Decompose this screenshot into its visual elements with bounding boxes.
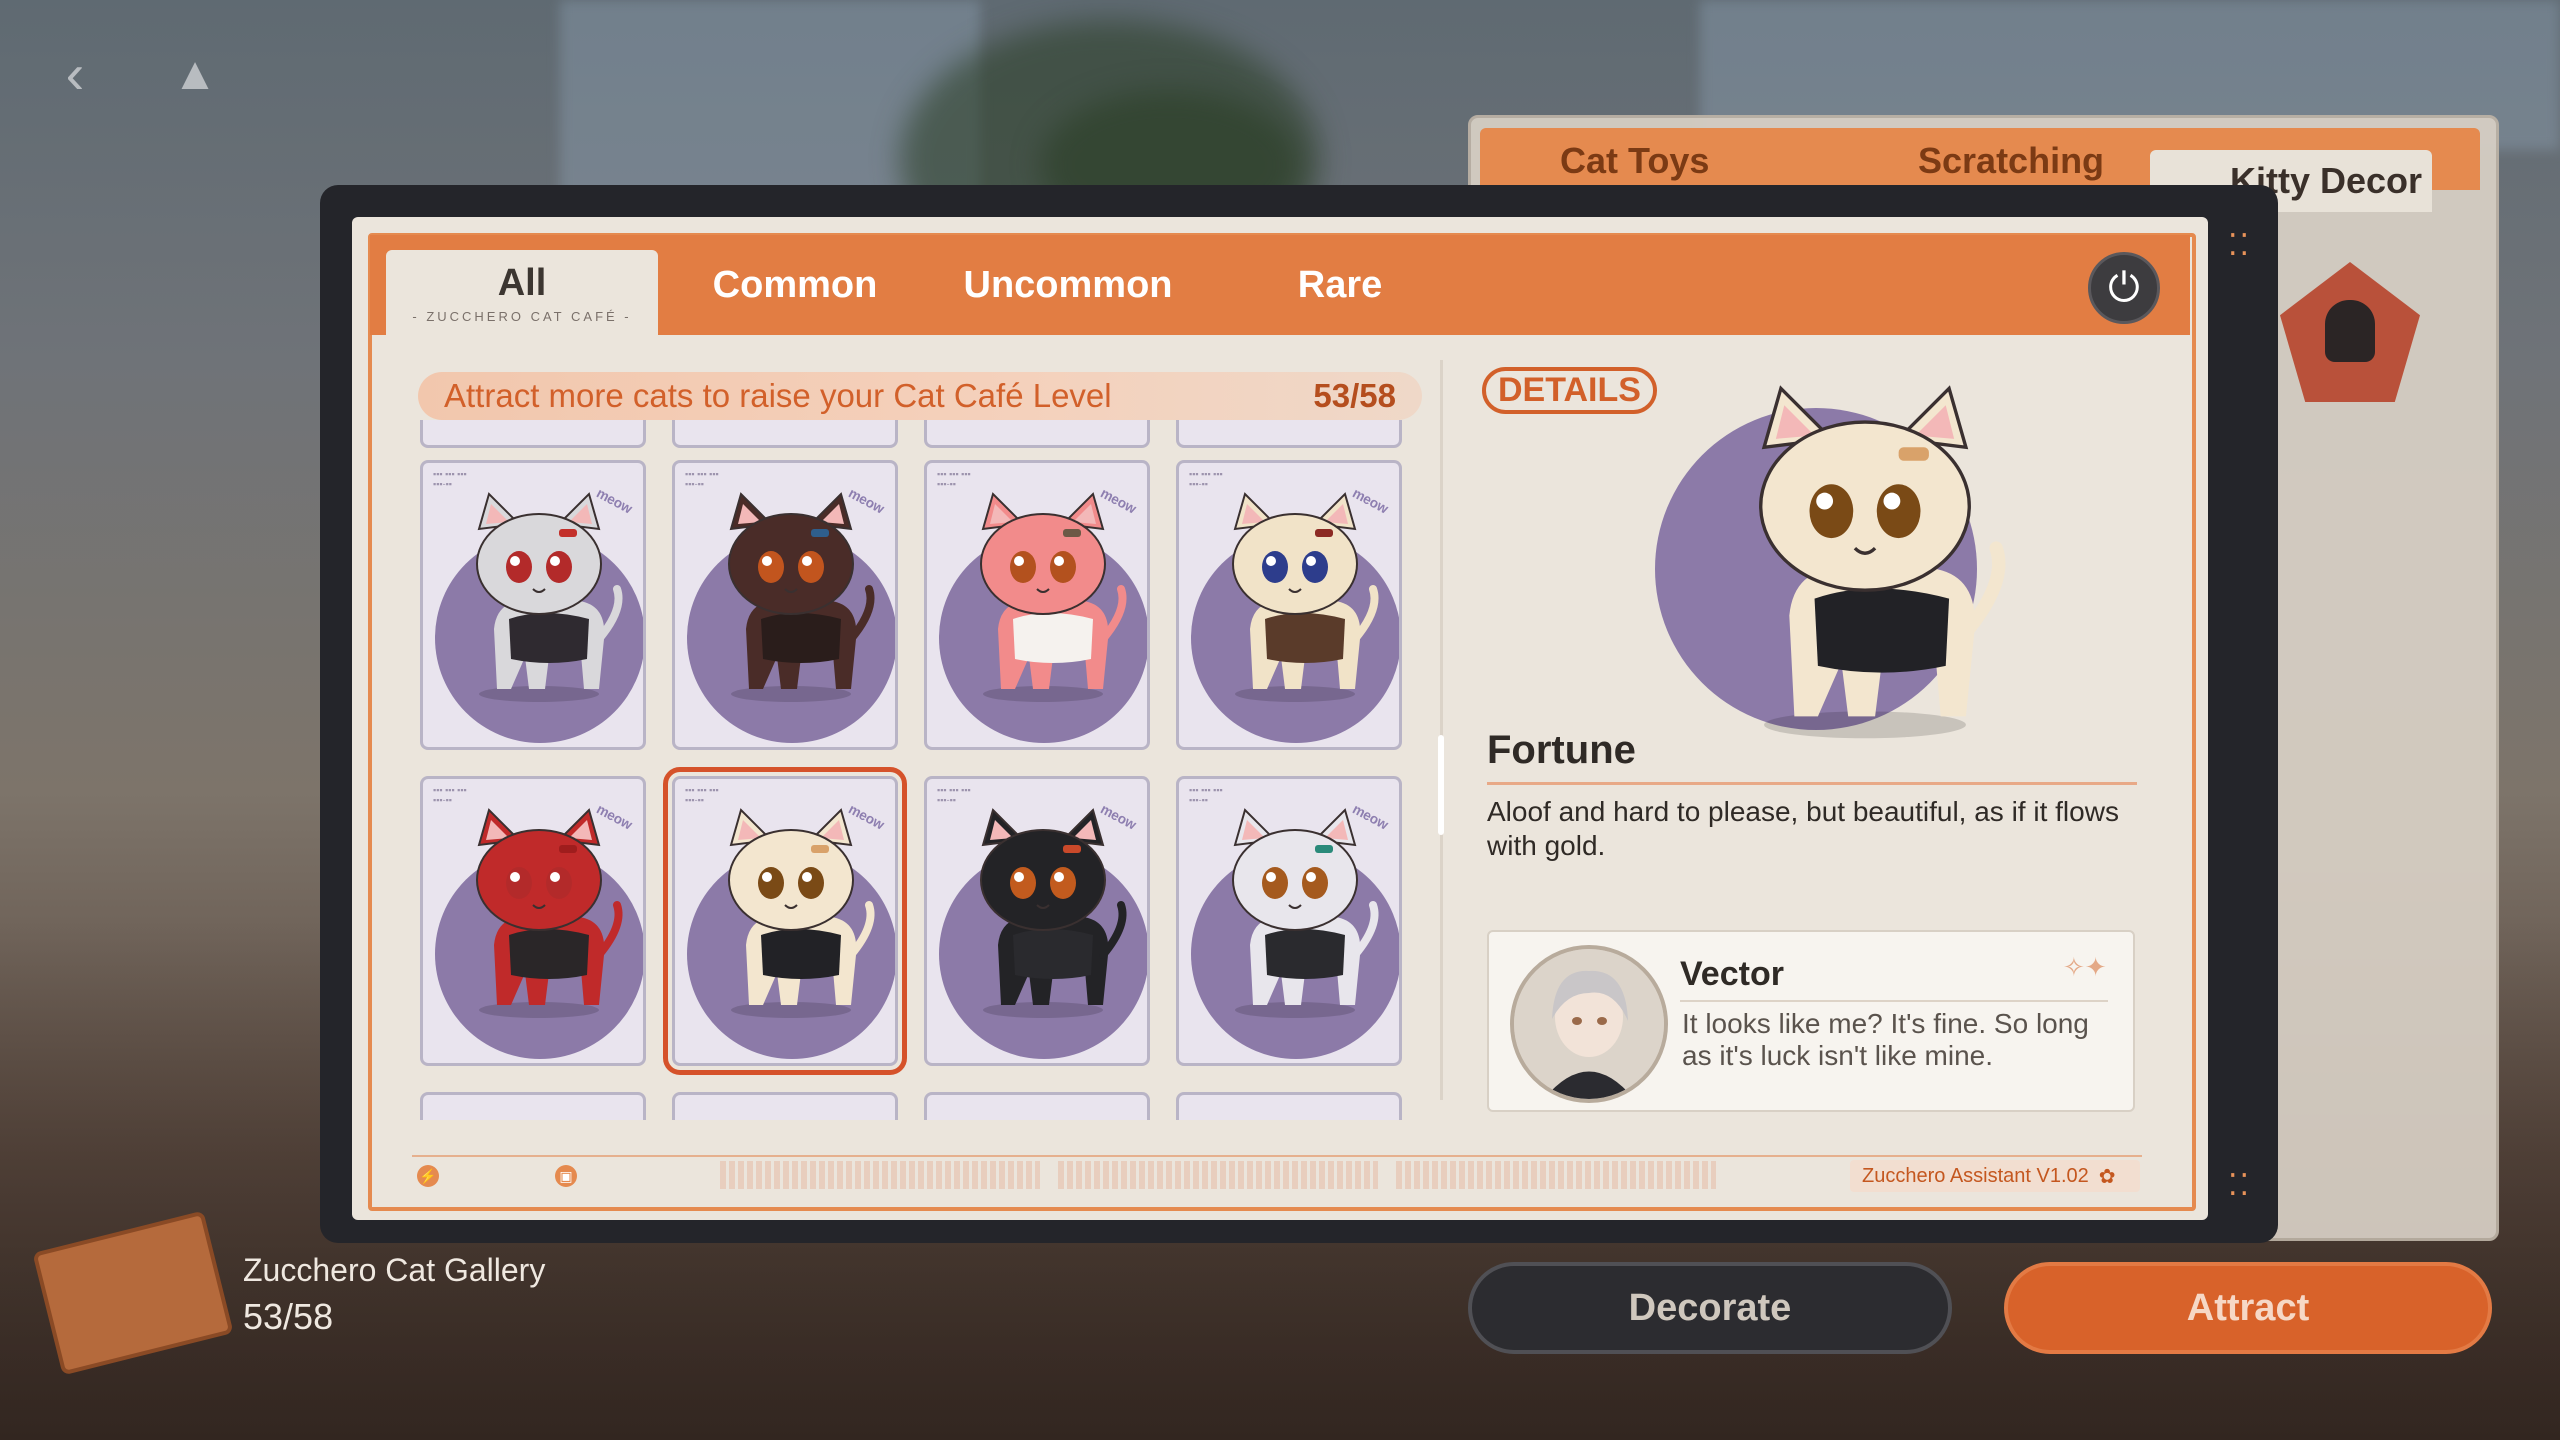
cat-card-partial[interactable] [672,1092,898,1120]
quote-text: It looks like me? It's fine. So long as … [1682,1008,2089,1071]
detail-cat-portrait [1650,380,2080,755]
cat-portrait [953,489,1133,714]
cat-portrait [701,805,881,1030]
cat-grid[interactable]: ▪▪▪ ▪▪▪ ▪▪▪ ▪▪▪-▪▪ ᵐᵉᵒʷ ▪▪▪ ▪▪▪ ▪▪▪ ▪▪▪-▪▪… [412,420,1424,1120]
cat-card-partial[interactable] [672,420,898,448]
cat-card-fortune-cat[interactable]: ▪▪▪ ▪▪▪ ▪▪▪ ▪▪▪-▪▪ ᵐᵉᵒʷ [663,767,907,1075]
sparkle-icon: ✧✦ [2063,952,2107,982]
tab-scratching[interactable]: Scratching [1918,140,2104,182]
quote-speaker: Vector [1680,955,1784,993]
power-icon[interactable]: ⏻ [2088,252,2160,324]
card-serial: ▪▪▪ ▪▪▪ ▪▪▪ ▪▪▪-▪▪ [685,469,719,489]
cat-name: Fortune [1487,728,1636,772]
tab-all[interactable]: All - ZUCCHERO CAT CAFÉ - [386,250,658,335]
cat-card-white-cat[interactable]: ▪▪▪ ▪▪▪ ▪▪▪ ▪▪▪-▪▪ ᵐᵉᵒʷ [1176,776,1402,1066]
card-serial: ▪▪▪ ▪▪▪ ▪▪▪ ▪▪▪-▪▪ [685,785,719,805]
card-serial: ▪▪▪ ▪▪▪ ▪▪▪ ▪▪▪-▪▪ [1189,785,1223,805]
cat-card-partial[interactable] [924,1092,1150,1120]
quote-divider [1680,1000,2108,1002]
tab-uncommon[interactable]: Uncommon [948,235,1188,335]
name-underline [1487,782,2137,785]
gallery-title: Zucchero Cat Gallery [243,1252,546,1288]
cat-card-partial[interactable] [1176,1092,1402,1120]
tab-subtitle: - ZUCCHERO CAT CAFÉ - [412,308,632,324]
panel-divider [1440,360,1443,1100]
gallery-book-icon[interactable] [32,1210,234,1376]
card-serial: ▪▪▪ ▪▪▪ ▪▪▪ ▪▪▪-▪▪ [433,785,467,805]
assistant-label: Zucchero Assistant V1.02 [1862,1164,2089,1187]
cat-portrait [1205,489,1385,714]
card-serial: ▪▪▪ ▪▪▪ ▪▪▪ ▪▪▪-▪▪ [937,469,971,489]
footer-fine-print [720,1161,1040,1189]
grid-scrollbar[interactable] [1438,735,1444,835]
cat-card-partial[interactable] [420,1092,646,1120]
tab-label: All [497,261,547,304]
cat-portrait [449,805,629,1030]
attract-button[interactable]: Attract [2004,1262,2492,1354]
badge-icon: ▣ [555,1165,577,1187]
details-logo: DETAILS [1482,367,1657,414]
lightning-icon: ⚡ [417,1165,439,1187]
cat-card-black-cat[interactable]: ▪▪▪ ▪▪▪ ▪▪▪ ▪▪▪-▪▪ ᵐᵉᵒʷ [924,776,1150,1066]
paw-icon: ✿ [2098,1165,2116,1188]
tab-rare[interactable]: Rare [1270,235,1410,335]
frame-dots-icon: ⁚⁚ [2228,229,2252,262]
cat-portrait [953,805,1133,1030]
assistant-version: Zucchero Assistant V1.02 ✿ [1850,1160,2140,1192]
back-arrow-icon[interactable]: ‹ [40,38,110,108]
drive-icon[interactable]: ▲ [160,38,230,108]
cat-description: Aloof and hard to please, but beautiful,… [1487,796,2119,861]
decorate-button[interactable]: Decorate [1468,1262,1952,1354]
gallery-count: 53/58 [243,1296,334,1337]
tab-cat-toys[interactable]: Cat Toys [1560,140,1709,182]
card-serial: ▪▪▪ ▪▪▪ ▪▪▪ ▪▪▪-▪▪ [433,469,467,489]
cat-card-cream-scarf-cat[interactable]: ▪▪▪ ▪▪▪ ▪▪▪ ▪▪▪-▪▪ ᵐᵉᵒʷ [1176,460,1402,750]
cat-portrait [1205,805,1385,1030]
progress-count: 53/58 [1313,377,1396,414]
cat-card-partial[interactable] [924,420,1150,448]
frame-dots-icon: ⁚⁚ [2228,1169,2252,1202]
avatar [1510,945,1668,1103]
card-serial: ▪▪▪ ▪▪▪ ▪▪▪ ▪▪▪-▪▪ [937,785,971,805]
cat-card-grey-red-cat[interactable]: ▪▪▪ ▪▪▪ ▪▪▪ ▪▪▪-▪▪ ᵐᵉᵒʷ [420,460,646,750]
cat-card-red-hood-cat[interactable]: ▪▪▪ ▪▪▪ ▪▪▪ ▪▪▪-▪▪ ᵐᵉᵒʷ [420,776,646,1066]
footer-fine-print [1396,1161,1716,1189]
cat-card-pink-beret-cat[interactable]: ▪▪▪ ▪▪▪ ▪▪▪ ▪▪▪-▪▪ ᵐᵉᵒʷ [924,460,1150,750]
cat-card-brown-ribbon-cat[interactable]: ▪▪▪ ▪▪▪ ▪▪▪ ▪▪▪-▪▪ ᵐᵉᵒʷ [672,460,898,750]
cat-card-partial[interactable] [1176,420,1402,448]
progress-text: Attract more cats to raise your Cat Café… [444,377,1112,414]
level-progress-bar: Attract more cats to raise your Cat Café… [418,372,1422,420]
tab-common[interactable]: Common [700,235,890,335]
cat-card-partial[interactable] [420,420,646,448]
footer-fine-print [1058,1161,1378,1189]
cat-portrait [449,489,629,714]
cat-portrait [701,489,881,714]
card-serial: ▪▪▪ ▪▪▪ ▪▪▪ ▪▪▪-▪▪ [1189,469,1223,489]
